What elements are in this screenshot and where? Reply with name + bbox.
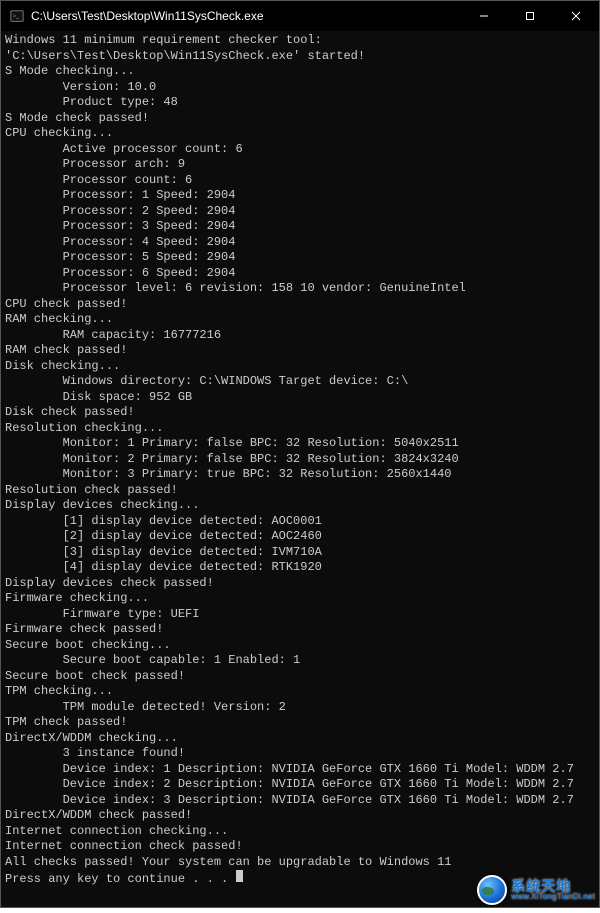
window-controls [461,1,599,31]
console-output[interactable]: Windows 11 minimum requirement checker t… [1,31,599,907]
cursor [236,870,243,882]
console-window: >_ C:\Users\Test\Desktop\Win11SysCheck.e… [0,0,600,908]
minimize-button[interactable] [461,1,507,31]
svg-text:>_: >_ [13,14,20,20]
titlebar[interactable]: >_ C:\Users\Test\Desktop\Win11SysCheck.e… [1,1,599,31]
close-button[interactable] [553,1,599,31]
window-title: C:\Users\Test\Desktop\Win11SysCheck.exe [31,9,461,23]
app-icon: >_ [9,8,25,24]
maximize-button[interactable] [507,1,553,31]
